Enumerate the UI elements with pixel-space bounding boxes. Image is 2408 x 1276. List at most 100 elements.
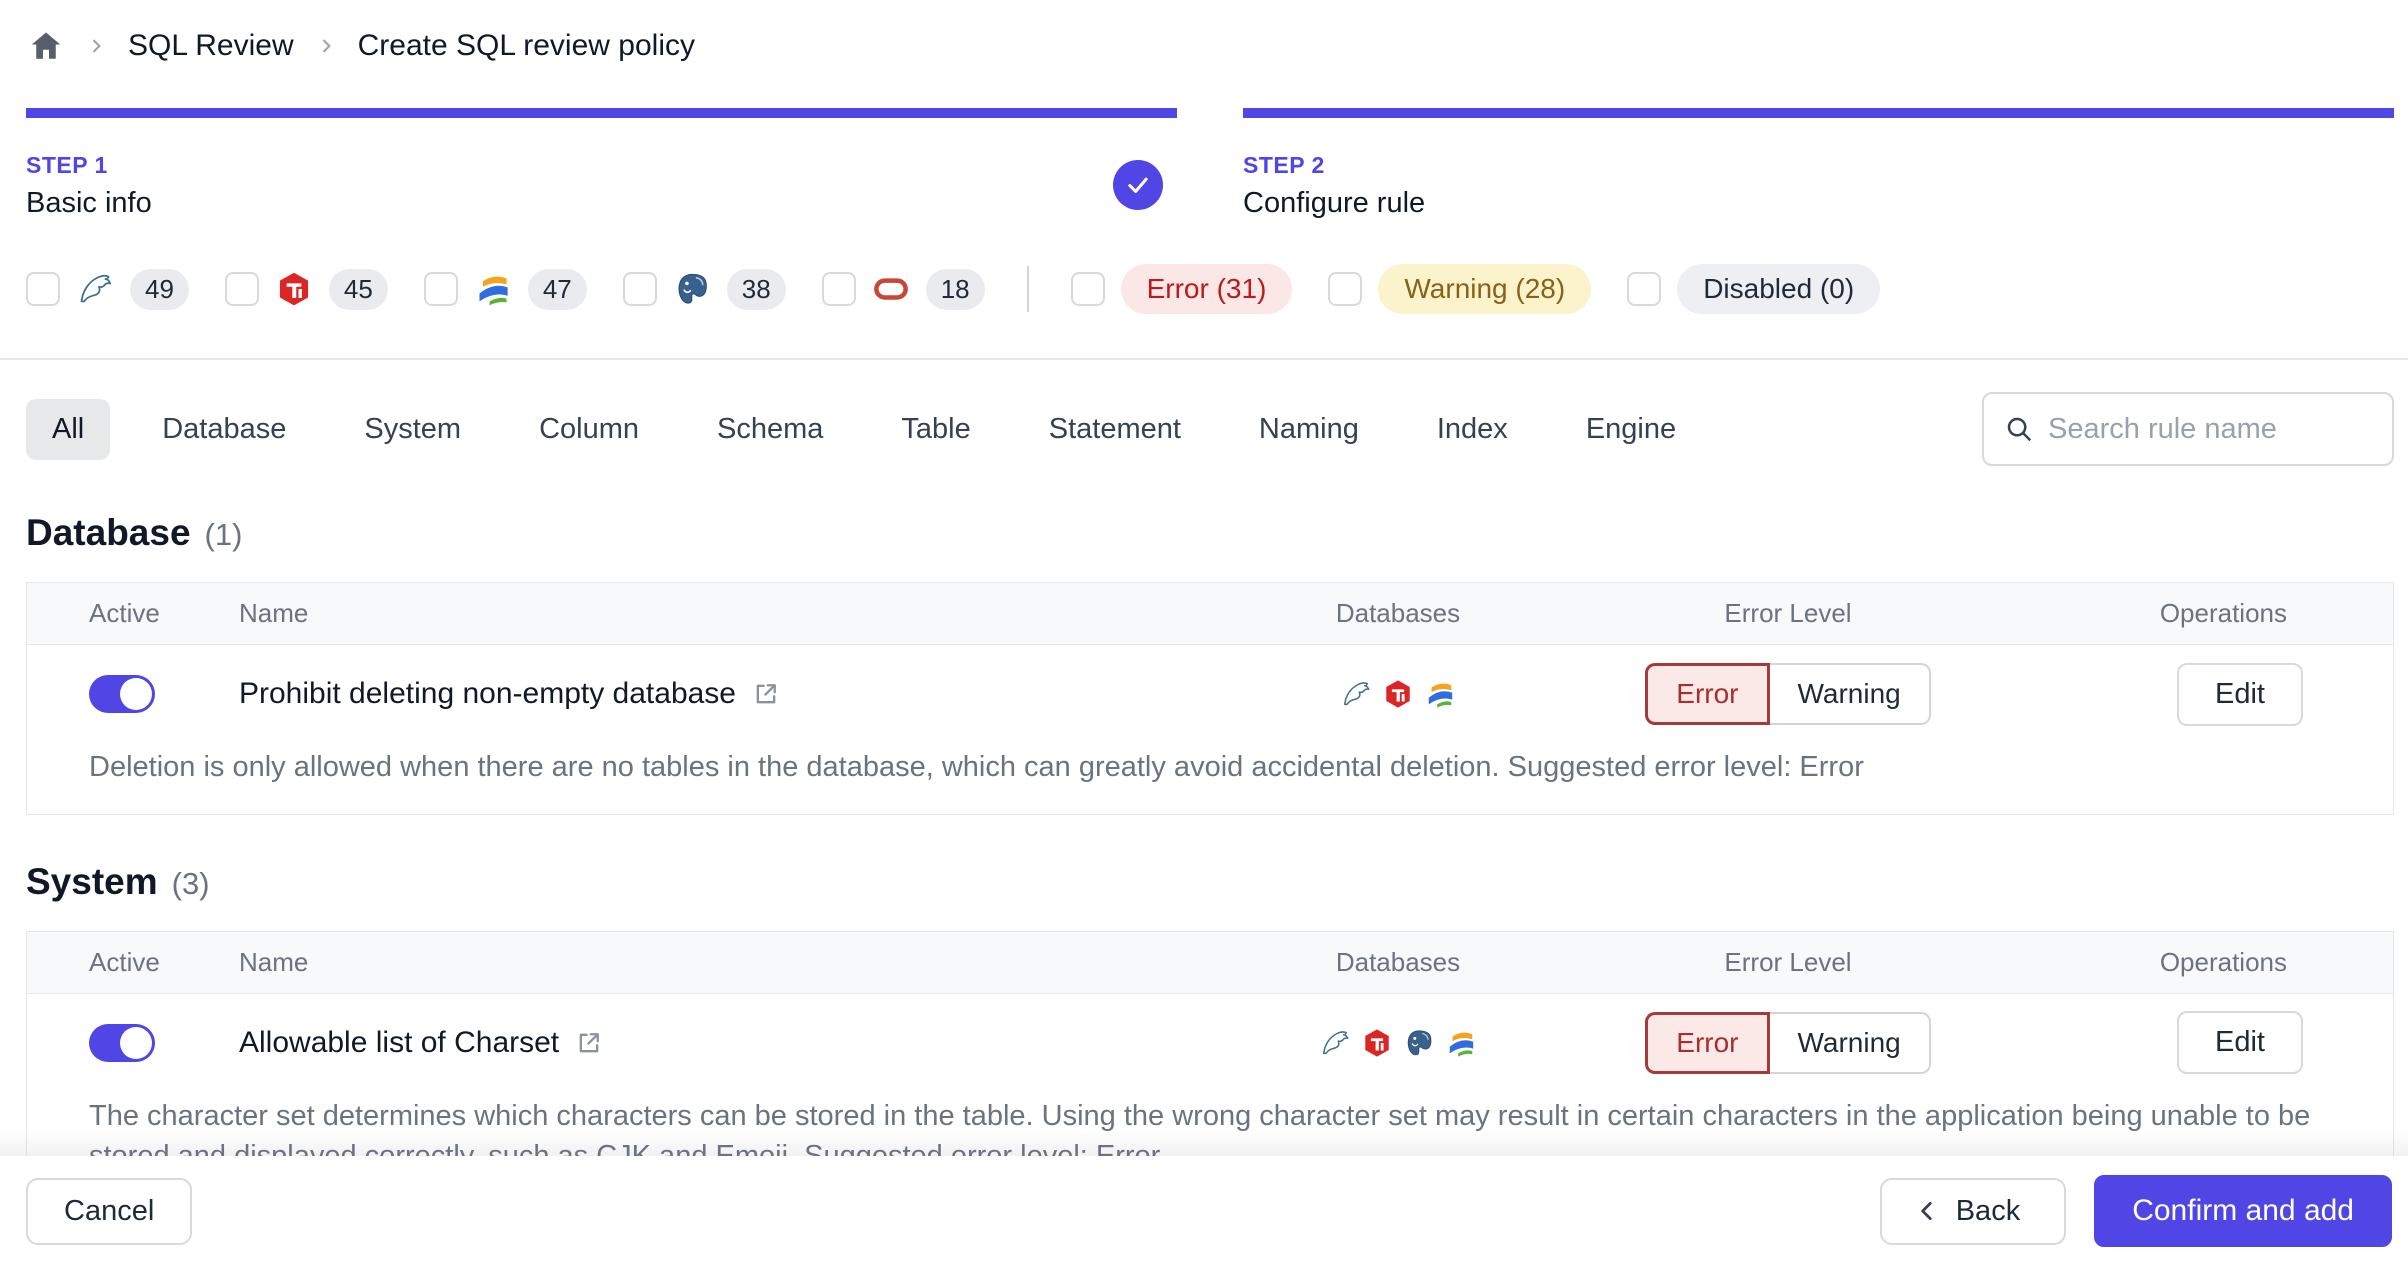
col-name: Name: [239, 946, 309, 977]
rule-name: Prohibit deleting non-empty database: [239, 677, 736, 710]
table-header-row: Active Name Databases Error Level Operat…: [27, 931, 2393, 994]
disabled-checkbox[interactable]: [1627, 272, 1662, 306]
disabled-filter-pill[interactable]: Disabled (0): [1677, 264, 1881, 314]
external-link-icon[interactable]: [575, 1029, 603, 1057]
footer-right-actions: Back Confirm and add: [1879, 1175, 2392, 1247]
tab-engine[interactable]: Engine: [1560, 399, 1702, 460]
category-tabbar: All Database System Column Schema Table …: [26, 392, 2394, 466]
confirm-and-add-button[interactable]: Confirm and add: [2094, 1175, 2392, 1247]
error-level-error-button[interactable]: Error: [1645, 1011, 1770, 1074]
tidb-icon: [1382, 678, 1414, 710]
operations-cell: Edit: [2013, 1011, 2313, 1075]
mysql-checkbox[interactable]: [26, 272, 60, 306]
oceanbase-icon: [1424, 678, 1456, 710]
mysql-icon: [76, 270, 114, 308]
error-level-cell: Error Warning: [1563, 663, 2013, 725]
rule-description: Deletion is only allowed when there are …: [89, 751, 1864, 783]
engine-filter-oceanbase: 47: [423, 268, 587, 310]
level-filter-warning: Warning (28): [1328, 264, 1592, 314]
step-1-title: Basic info: [26, 187, 152, 219]
mysql-count-badge: 49: [130, 268, 189, 310]
edit-button[interactable]: Edit: [2177, 1011, 2303, 1075]
oceanbase-icon: [474, 270, 512, 308]
rule-name-cell: Allowable list of Charset: [239, 1026, 1233, 1060]
tidb-icon: [275, 270, 313, 308]
table-row: Prohibit deleting non-empty database Err…: [27, 645, 2393, 743]
section-heading-system: System (3): [26, 861, 2394, 903]
cancel-button[interactable]: Cancel: [26, 1177, 193, 1245]
back-button[interactable]: Back: [1879, 1177, 2067, 1245]
step-2: STEP 2 Configure rule: [1243, 108, 2394, 220]
oceanbase-checkbox[interactable]: [423, 272, 458, 306]
error-filter-pill[interactable]: Error (31): [1120, 264, 1293, 314]
engine-filter-tidb: 45: [224, 268, 388, 310]
active-cell: [89, 675, 239, 713]
search-icon: [2004, 414, 2034, 444]
tab-table[interactable]: Table: [875, 399, 996, 460]
search-box: [1982, 392, 2394, 466]
oracle-checkbox[interactable]: [821, 272, 856, 306]
warning-filter-pill[interactable]: Warning (28): [1378, 264, 1592, 314]
col-active: Active: [89, 598, 160, 628]
step-2-title: Configure rule: [1243, 187, 1426, 219]
home-icon[interactable]: [28, 28, 64, 64]
databases-cell: [1233, 678, 1563, 710]
engine-filter-postgresql: 38: [622, 268, 786, 310]
col-active: Active: [89, 946, 160, 977]
search-input[interactable]: [2048, 412, 2372, 446]
mysql-icon: [1319, 1027, 1351, 1059]
rule-active-toggle[interactable]: [89, 675, 155, 713]
breadcrumb-current-page: Create SQL review policy: [357, 29, 695, 62]
tidb-icon: [1361, 1027, 1393, 1059]
tab-naming[interactable]: Naming: [1233, 399, 1385, 460]
chevron-right-icon: [86, 36, 106, 56]
tab-all[interactable]: All: [26, 398, 111, 460]
table-header-row: Active Name Databases Error Level Operat…: [27, 583, 2393, 645]
back-button-label: Back: [1955, 1194, 2021, 1227]
col-databases: Databases: [1335, 946, 1461, 977]
external-link-icon[interactable]: [752, 680, 780, 708]
error-checkbox[interactable]: [1070, 272, 1105, 306]
tidb-checkbox[interactable]: [224, 272, 259, 306]
tab-database[interactable]: Database: [136, 399, 312, 460]
filter-row: 49 45 47 38 18 Error (31) Warning (28) D…: [26, 264, 2394, 314]
error-level-warning-button[interactable]: Warning: [1769, 663, 1931, 725]
create-sql-review-policy-page: SQL Review Create SQL review policy STEP…: [0, 0, 2408, 1204]
breadcrumb-sql-review[interactable]: SQL Review: [128, 29, 294, 63]
col-databases: Databases: [1335, 598, 1461, 628]
tidb-count-badge: 45: [328, 268, 388, 310]
databases-cell: [1233, 1027, 1563, 1059]
col-error-level: Error Level: [1724, 598, 1852, 628]
chevron-right-icon: [316, 36, 336, 56]
section-heading-database: Database (1): [26, 512, 2394, 554]
edit-button[interactable]: Edit: [2177, 662, 2303, 726]
section-count: (3): [171, 865, 210, 901]
postgresql-icon: [1403, 1027, 1435, 1059]
oceanbase-count-badge: 47: [527, 268, 587, 310]
rule-active-toggle[interactable]: [89, 1023, 155, 1062]
postgresql-checkbox[interactable]: [622, 272, 657, 306]
step-1: STEP 1 Basic info: [26, 108, 1177, 220]
col-name: Name: [239, 598, 309, 628]
oracle-icon: [872, 270, 910, 308]
tab-schema[interactable]: Schema: [691, 399, 849, 460]
step-indicator: STEP 1 Basic info STEP 2 Configure rule: [26, 108, 2394, 220]
filter-divider: [1026, 266, 1029, 312]
tab-statement[interactable]: Statement: [1023, 399, 1207, 460]
warning-checkbox[interactable]: [1328, 272, 1363, 306]
col-operations: Operations: [2159, 598, 2287, 628]
rule-name-cell: Prohibit deleting non-empty database: [239, 677, 1233, 711]
col-error-level: Error Level: [1724, 946, 1852, 977]
tab-system[interactable]: System: [338, 399, 487, 460]
engine-filter-mysql: 49: [26, 268, 189, 310]
tab-index[interactable]: Index: [1411, 399, 1534, 460]
active-cell: [89, 1023, 239, 1062]
error-level-warning-button[interactable]: Warning: [1769, 1011, 1931, 1074]
engine-filter-oracle: 18: [821, 268, 985, 310]
operations-cell: Edit: [2013, 662, 2313, 726]
step-1-label: STEP 1: [26, 152, 108, 178]
error-level-error-button[interactable]: Error: [1645, 663, 1770, 725]
section-title: Database: [26, 512, 191, 553]
step-complete-check-icon: [1113, 160, 1163, 210]
tab-column[interactable]: Column: [513, 399, 665, 460]
